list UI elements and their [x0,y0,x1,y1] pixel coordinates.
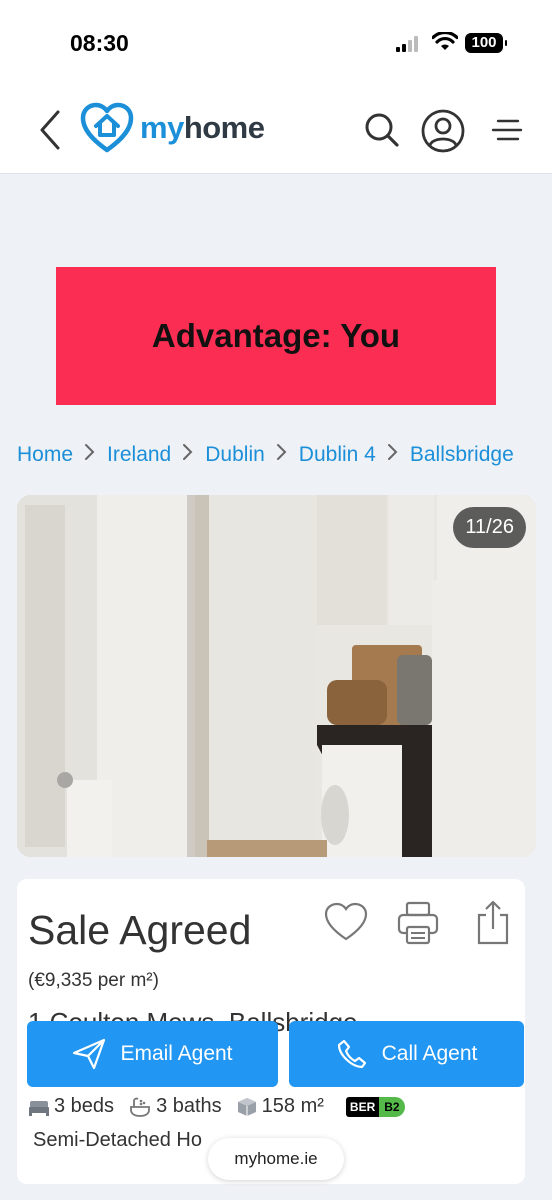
advertisement-banner[interactable]: Advantage: You [56,267,496,405]
status-bar: 08:30 100 [0,0,552,88]
breadcrumb-dublin-4[interactable]: Dublin 4 [299,443,376,467]
site-header: myhome [0,88,552,174]
logo-home: home [183,110,265,145]
printer-icon [397,901,439,945]
bed-icon [29,1100,49,1116]
utility-room-photo [17,495,536,857]
photo-counter: 11/26 [453,507,526,548]
bath-icon [130,1097,150,1117]
menu-button[interactable] [488,108,532,152]
paper-plane-icon [73,1038,106,1070]
phone-icon [337,1039,366,1069]
call-agent-button[interactable]: Call Agent [289,1021,524,1087]
area-feature: 158 m² [236,1095,324,1118]
back-button[interactable] [34,108,68,152]
share-button[interactable] [469,899,517,947]
breadcrumb-ballsbridge[interactable]: Ballsbridge [410,443,514,467]
beds-count: 3 beds [54,1095,115,1117]
heart-icon [324,902,368,941]
breadcrumb: Home Ireland Dublin Dublin 4 Ballsbridge [17,440,552,470]
search-icon [365,113,399,147]
status-time: 08:30 [70,30,129,56]
cube-area-icon [237,1097,256,1116]
ber-rating-badge: BER B2 [345,1096,405,1117]
chevron-right-icon [376,443,410,467]
print-button[interactable] [394,899,442,947]
breadcrumb-home[interactable]: Home [17,443,73,467]
baths-feature: 3 baths [128,1095,222,1118]
price-per-sqm: (€9,335 per m²) [28,970,159,991]
logo-wordmark: myhome [140,110,265,146]
share-icon [477,900,509,945]
account-button[interactable] [420,108,465,153]
call-agent-label: Call Agent [381,1042,478,1065]
property-features: 3 beds 3 baths 158 m² BER B2 [28,1095,405,1118]
logo-my: my [140,110,184,145]
breadcrumb-ireland[interactable]: Ireland [107,443,171,467]
baths-count: 3 baths [156,1095,222,1117]
breadcrumb-dublin[interactable]: Dublin [205,443,265,467]
ber-label: BER [345,1096,380,1117]
chevron-right-icon [171,443,205,467]
email-agent-label: Email Agent [120,1042,233,1065]
sale-status: Sale Agreed [28,907,252,953]
floor-area: 158 m² [261,1095,324,1117]
heart-house-logo-icon [80,102,134,153]
ad-text: Advantage: You [151,317,401,354]
email-agent-button[interactable]: Email Agent [27,1021,278,1087]
menu-icon [491,119,523,141]
search-button[interactable] [360,108,404,152]
beds-feature: 3 beds [28,1095,114,1118]
back-icon [40,110,60,150]
save-favourite-button[interactable] [322,899,370,947]
cellular-signal-icon [396,36,422,52]
property-type: Semi-Detached Ho [33,1129,202,1151]
wifi-icon [432,32,458,50]
browser-url-bar[interactable]: myhome.ie [208,1138,344,1180]
battery-icon: 100 [465,33,507,53]
myhome-logo[interactable]: myhome [80,102,265,154]
chevron-right-icon [265,443,299,467]
ber-value: B2 [379,1096,405,1117]
user-account-icon [421,109,465,153]
property-photo[interactable]: 11/26 [17,495,536,857]
chevron-right-icon [73,443,107,467]
